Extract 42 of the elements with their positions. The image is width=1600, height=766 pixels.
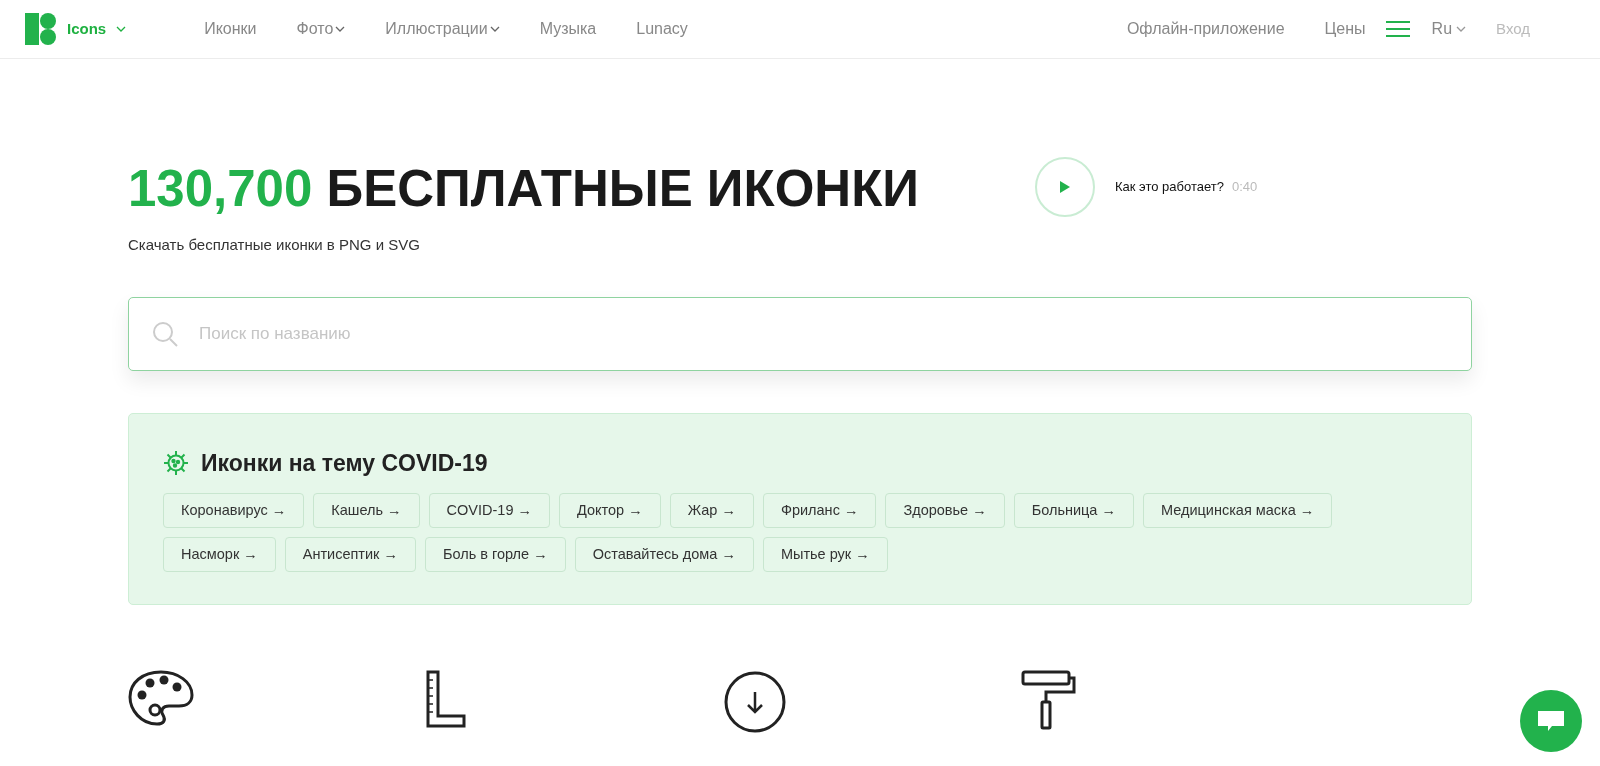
section-title: Иконки на тему COVID-19 [201,448,488,478]
topic-tag[interactable]: Кашель → [313,493,420,528]
nav-link[interactable]: Иконки [204,17,257,41]
nav-link[interactable]: Цены [1324,17,1366,41]
caret-icon [116,26,127,32]
nav-link[interactable]: Lunacy [636,17,688,41]
video-duration: 0:40 [1231,178,1258,197]
topic-tag[interactable]: Коронавирус → [163,493,305,528]
logo-icon [25,13,57,45]
topic-tag[interactable]: Больница → [1013,493,1134,528]
nav-link[interactable]: Офлайн-приложение [1126,17,1285,41]
ruler-icon [425,670,466,728]
page-subtitle: Скачать бесплатные иконки в PNG и SVG [128,235,421,255]
paint-roller-icon [1020,670,1077,730]
topic-tag[interactable]: Антисептик → [284,537,416,572]
palette-icon [128,670,194,726]
caret-icon [335,26,346,32]
virus-icon [163,449,189,476]
topic-tag[interactable]: COVID-19 → [428,493,550,528]
topic-tag[interactable]: Медицинская маска → [1142,493,1333,528]
chat-icon [1537,709,1565,733]
caret-icon [489,26,500,32]
nav-link[interactable]: Иллюстрации [385,17,500,41]
nav-link[interactable]: Фото [296,17,346,41]
topic-tag[interactable]: Жар → [669,493,754,528]
video-link[interactable]: Как это работает? [1114,177,1224,197]
topic-tag[interactable]: Фриланс → [762,493,877,528]
topic-tag[interactable]: Здоровье → [885,493,1005,528]
topic-tag[interactable]: Доктор → [559,493,661,528]
search-field[interactable]: Поиск по названию [128,296,1472,371]
topic-tag[interactable]: Мытье рук → [762,537,888,572]
play-icon [1059,181,1070,193]
menu-button[interactable] [1385,19,1410,39]
topic-tag[interactable]: Оставайтесь дома → [574,537,754,572]
language-selector[interactable]: Ru [1431,17,1467,41]
caret-icon [1456,26,1467,32]
search-icon [152,320,178,347]
topic-tag[interactable]: Насморк → [163,537,276,572]
topic-tag[interactable]: Боль в горле → [424,537,566,572]
page-title: 130,700 БЕСПЛАТНЫЕ ИКОНКИ [128,159,919,219]
download-icon [723,670,787,734]
nav-link[interactable]: Музыка [539,17,597,41]
